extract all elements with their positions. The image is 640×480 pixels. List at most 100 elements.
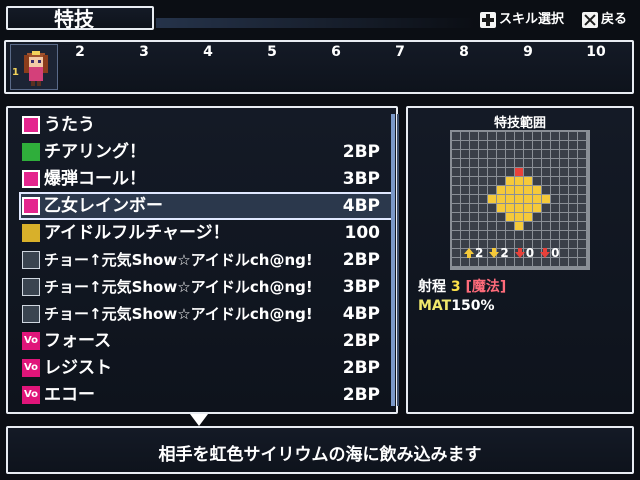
range-cell — [560, 195, 568, 203]
range-cell — [488, 231, 496, 239]
effect-value: 2 — [475, 246, 484, 260]
page-title: 特技 — [54, 7, 94, 31]
skill-row[interactable]: チョー↑元気Show☆アイドルch@ng! 4BP — [20, 301, 392, 327]
party-slot-5[interactable]: 5 — [260, 44, 284, 60]
range-cell — [461, 195, 469, 203]
range-cell — [542, 177, 550, 185]
skill-cost: 4BP — [342, 304, 380, 324]
party-slot-10[interactable]: 10 — [584, 44, 608, 60]
range-panel-title: 特技範囲 — [493, 116, 546, 131]
song-2-icon — [22, 278, 40, 296]
range-cell — [560, 150, 568, 158]
party-slot-6[interactable]: 6 — [324, 44, 348, 60]
skill-row[interactable]: 爆弾コール！ 3BP — [20, 166, 392, 192]
range-cell — [452, 177, 460, 185]
title-window: 特技 — [6, 6, 154, 30]
range-cell — [524, 204, 532, 212]
skill-row[interactable]: チアリング！ 2BP — [20, 139, 392, 165]
range-cell — [533, 141, 541, 149]
range-cell — [497, 222, 505, 230]
party-slot-4[interactable]: 4 — [196, 44, 220, 60]
range-cell — [470, 150, 478, 158]
range-cell — [515, 132, 523, 140]
range-cell — [452, 222, 460, 230]
skill-cost: 3BP — [342, 169, 380, 189]
effect-value: 0 — [525, 246, 535, 260]
range-cell — [506, 177, 514, 185]
party-slot-3[interactable]: 3 — [132, 44, 156, 60]
range-cell — [524, 177, 532, 185]
scrollbar[interactable] — [391, 114, 395, 406]
range-cell — [542, 204, 550, 212]
party-slot-2[interactable]: 2 — [68, 44, 92, 60]
song-1-icon — [22, 251, 40, 269]
song-3-icon — [22, 305, 40, 323]
range-cell — [533, 186, 541, 194]
range-cell — [569, 249, 577, 257]
skill-row[interactable]: うたう — [20, 112, 392, 138]
range-cell — [515, 222, 523, 230]
range-cell — [542, 213, 550, 221]
range-cell — [515, 177, 523, 185]
range-cell — [452, 195, 460, 203]
range-cell — [479, 159, 487, 167]
skill-row[interactable]: Vo エコー 2BP — [20, 382, 392, 408]
range-cell — [533, 195, 541, 203]
range-cell — [542, 168, 550, 176]
range-cell — [560, 231, 568, 239]
range-cell — [578, 213, 586, 221]
range-cell — [578, 258, 586, 266]
range-cell — [452, 249, 460, 257]
range-cell — [524, 141, 532, 149]
skill-row[interactable]: チョー↑元気Show☆アイドルch@ng! 2BP — [20, 247, 392, 273]
skill-row[interactable]: アイドルフルチャージ！ 100 — [20, 220, 392, 246]
skill-row-selected[interactable]: 乙女レインボー 4BP — [19, 192, 393, 220]
skill-name: アイドルフルチャージ！ — [44, 223, 230, 243]
party-bar: 1 2 3 4 5 6 7 8 9 10 — [4, 40, 634, 94]
party-slot-7[interactable]: 7 — [388, 44, 412, 60]
party-slot-1[interactable]: 1 — [10, 44, 58, 90]
range-cell — [551, 159, 559, 167]
party-slot-8[interactable]: 8 — [452, 44, 476, 60]
effect-item: 0 — [514, 246, 535, 260]
range-cell — [578, 168, 586, 176]
skill-name: チアリング！ — [44, 142, 146, 162]
range-cell — [488, 150, 496, 158]
range-cell — [452, 132, 460, 140]
range-cell — [497, 132, 505, 140]
range-cell — [470, 159, 478, 167]
range-cell — [506, 132, 514, 140]
hint-skill-select: スキル選択 — [480, 8, 564, 32]
party-slot-9[interactable]: 9 — [516, 44, 540, 60]
skill-row[interactable]: Vo レジスト 2BP — [20, 355, 392, 381]
range-cell — [452, 258, 460, 266]
range-cell — [470, 177, 478, 185]
range-cell — [461, 222, 469, 230]
effect-item: 0 — [540, 246, 559, 260]
skill-row[interactable]: Vo フォース 2BP — [20, 328, 392, 354]
range-cell — [479, 186, 487, 194]
range-cell — [479, 132, 487, 140]
skill-row[interactable]: チョー↑元気Show☆アイドルch@ng! 3BP — [20, 274, 392, 300]
range-cell — [569, 231, 577, 239]
range-cell — [506, 159, 514, 167]
stat-info: MAT150% — [418, 298, 495, 314]
range-cell — [488, 222, 496, 230]
range-cell — [479, 222, 487, 230]
range-cell — [461, 186, 469, 194]
range-cell — [569, 258, 577, 266]
dpad-icon — [480, 12, 496, 28]
range-cell — [578, 249, 586, 257]
skill-name: チョー↑元気Show☆アイドルch@ng! — [44, 251, 313, 269]
range-cell — [515, 204, 523, 212]
range-type: [魔法] — [465, 279, 507, 295]
range-cell — [515, 150, 523, 158]
range-cell — [533, 204, 541, 212]
range-cell — [560, 240, 568, 248]
range-cell — [578, 141, 586, 149]
hint-back[interactable]: 戻る — [582, 8, 627, 32]
skill-name: レジスト — [44, 358, 112, 378]
range-cell — [569, 177, 577, 185]
range-cell — [488, 177, 496, 185]
range-cell — [578, 132, 586, 140]
